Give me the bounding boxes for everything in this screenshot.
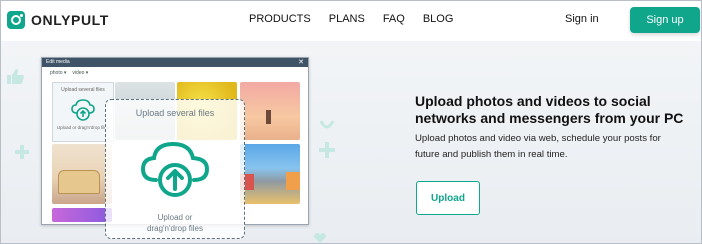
dropzone-subtitle-line2: drag'n'drop files (147, 224, 203, 233)
nav-item-plans[interactable]: PLANS (329, 13, 365, 25)
modal-tabs: photo ▾ video ▾ (50, 70, 88, 76)
photo-thumbnail[interactable] (240, 82, 300, 140)
signup-button[interactable]: Sign up (630, 7, 700, 33)
nav-item-products[interactable]: PRODUCTS (249, 13, 311, 25)
tab-video[interactable]: video ▾ (72, 70, 88, 76)
camera-logo-icon (7, 11, 25, 29)
hero-headline: Upload photos and videos to social netwo… (415, 93, 684, 126)
dropzone-subtitle: Upload or drag'n'drop files (106, 212, 244, 234)
main-nav: PRODUCTS PLANS FAQ BLOG (249, 13, 453, 25)
nav-item-blog[interactable]: BLOG (423, 13, 454, 25)
close-icon[interactable]: ✕ (298, 58, 304, 67)
mini-upload-title: Upload several files (61, 87, 105, 93)
heart-icon (314, 233, 326, 243)
tab-photo[interactable]: photo ▾ (50, 70, 66, 76)
photo-thumbnail[interactable] (240, 144, 300, 204)
nav-item-faq[interactable]: FAQ (383, 13, 405, 25)
cloud-upload-icon (140, 141, 210, 197)
arc-shape-icon (319, 120, 335, 129)
plus-shape-icon (15, 145, 29, 159)
dropzone-title: Upload several files (135, 108, 215, 118)
plus-shape-icon (319, 142, 335, 158)
person-figure (266, 110, 271, 124)
brand-name: ONLYPULT (31, 12, 109, 28)
modal-title: Edit media (46, 59, 70, 65)
modal-titlebar: Edit media ✕ (42, 58, 308, 67)
photo-thumbnail[interactable] (52, 208, 112, 222)
mini-upload-subtitle: Upload or drag'n'drop files (56, 125, 110, 130)
thumbs-up-icon (7, 69, 24, 84)
van-shape (58, 170, 100, 194)
logo[interactable]: ONLYPULT (7, 11, 109, 29)
page-frame: ONLYPULT PRODUCTS PLANS FAQ BLOG Sign in… (0, 0, 702, 244)
building-shape (286, 172, 300, 190)
dropzone[interactable]: Upload several files Upload or drag'n'dr… (105, 99, 245, 239)
header: ONLYPULT PRODUCTS PLANS FAQ BLOG Sign in… (1, 1, 701, 41)
cloud-upload-icon (71, 99, 95, 121)
hero-description: Upload photos and video via web, schedul… (415, 133, 661, 160)
signin-link[interactable]: Sign in (565, 13, 599, 25)
photo-thumbnail[interactable] (52, 144, 112, 204)
upload-button[interactable]: Upload (416, 181, 480, 215)
dropzone-subtitle-line1: Upload or (157, 213, 193, 222)
